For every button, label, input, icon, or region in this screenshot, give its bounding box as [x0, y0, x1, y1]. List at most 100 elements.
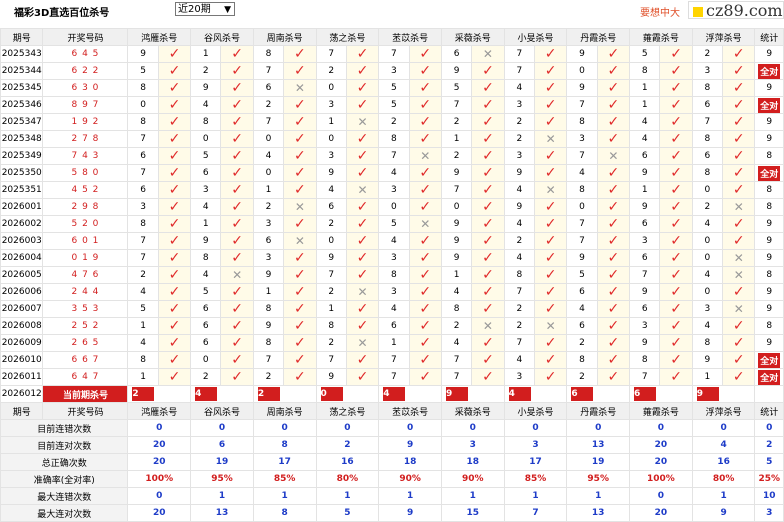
table-row: 2025346 8 9 7 0 ✓ 4 ✓ 2 ✓ 3 ✓ 5 ✓ 7 ✓ 3 ✓ 7 ✓ 1 ✓ 6 ✓ 全对: [0, 96, 784, 114]
row-stat: 9: [754, 79, 784, 97]
row-period: 2026001: [0, 198, 44, 216]
check-icon: ✓: [670, 317, 682, 334]
check-icon: ✓: [231, 215, 243, 232]
kill-mark: ✓: [283, 266, 317, 284]
kill-digit: 7: [378, 351, 410, 369]
check-icon: ✓: [482, 164, 494, 181]
row-period: 2026009: [0, 334, 44, 352]
kill-mark: ✕: [220, 266, 254, 284]
kill-mark: ✕: [722, 249, 756, 267]
kill-digit: 3: [378, 283, 410, 301]
kill-digit: 9: [315, 368, 347, 386]
check-icon: ✓: [670, 351, 682, 368]
kill-mark: ✓: [533, 232, 568, 250]
table-row: 2025344 6 2 2 5 ✓ 2 ✓ 7 ✓ 2 ✓ 3 ✓ 9 ✓ 7 ✓ 0 ✓ 8 ✓ 3 ✓ 全对: [0, 62, 784, 80]
kill-digit: 5: [190, 283, 222, 301]
kill-mark: ✓: [659, 45, 693, 63]
kill-mark: ✓: [345, 215, 380, 233]
row-draw-number: 2 9 8: [42, 198, 129, 216]
kill-mark: ✓: [283, 96, 317, 114]
kill-digit: 4: [503, 181, 535, 199]
check-icon: ✓: [231, 96, 243, 113]
kill-digit: 9: [190, 79, 222, 97]
check-icon: ✓: [168, 79, 181, 96]
check-icon: ✓: [732, 283, 745, 300]
kill-mark: ✓: [220, 164, 254, 182]
summary-label: 最大连错次数: [0, 487, 129, 505]
kill-mark: ✕: [533, 317, 568, 335]
check-icon: ✓: [544, 45, 557, 62]
kill-mark: ✓: [157, 62, 192, 80]
check-icon: ✓: [293, 96, 306, 113]
row-draw-number: 2 5 2: [42, 317, 129, 335]
kill-digit: 9: [252, 317, 285, 335]
check-icon: ✓: [231, 198, 243, 215]
summary-value: 0: [691, 419, 756, 437]
kill-mark: ✓: [533, 334, 568, 352]
cross-icon: ✕: [357, 335, 368, 350]
kill-digit: 9: [629, 334, 661, 352]
kill-digit: 3: [252, 215, 285, 233]
check-icon: ✓: [544, 96, 557, 113]
kill-digit: 8: [691, 79, 724, 97]
kill-digit: 1: [440, 266, 473, 284]
summary-value: 3: [440, 436, 505, 454]
check-icon: ✓: [293, 266, 306, 283]
summary-value: 7: [503, 504, 568, 522]
kill-digit: 2: [190, 62, 222, 80]
check-icon: ✓: [482, 232, 494, 249]
kill-digit: 7: [440, 96, 473, 114]
kill-digit: 8: [190, 113, 222, 131]
kill-mark: ✓: [283, 181, 317, 199]
kill-digit: 2: [315, 334, 347, 352]
row-draw-number: 3 5 3: [42, 300, 129, 318]
summary-value: 9: [378, 504, 442, 522]
kill-mark: ✓: [722, 232, 756, 250]
cross-icon: ✕: [545, 318, 556, 333]
check-icon: ✓: [670, 79, 682, 96]
header-row: 期号 开奖号码 鸿雁杀号 谷风杀号 周南杀号 荡之杀号 苤苡杀号 采薇杀号 小旻杀号 丹霞杀号 蕹霞…: [0, 402, 784, 420]
cross-icon: ✕: [357, 114, 368, 129]
promo-link[interactable]: 要想中大: [640, 4, 680, 19]
kill-mark: ✓: [471, 198, 505, 216]
kill-mark: ✓: [722, 351, 756, 369]
check-icon: ✓: [670, 215, 682, 232]
kill-digit: 2: [691, 198, 724, 216]
kill-mark: ✓: [283, 62, 317, 80]
kill-digit: 7: [629, 266, 661, 284]
period-select[interactable]: 近20期 ▼: [175, 2, 235, 16]
kill-mark: ✓: [659, 79, 693, 97]
kill-digit: 4: [190, 96, 222, 114]
kill-mark: ✓: [408, 368, 442, 386]
row-stat: 9: [754, 45, 784, 63]
kill-digit: 6: [691, 96, 724, 114]
kill-digit: 1: [127, 317, 159, 335]
summary-value: 16: [315, 453, 380, 471]
kill-mark: ✓: [220, 249, 254, 267]
kill-digit: 2: [378, 113, 410, 131]
kill-digit: 3: [315, 96, 347, 114]
kill-mark: ✓: [471, 181, 505, 199]
row-stat: 8: [754, 181, 784, 199]
kill-mark: ✓: [722, 164, 756, 182]
header-killer: 周南杀号: [252, 28, 317, 46]
kill-mark: ✓: [533, 351, 568, 369]
check-icon: ✓: [168, 215, 181, 232]
stat-value: 9: [766, 83, 773, 93]
summary-value: 20: [629, 504, 693, 522]
summary-value: 13: [190, 504, 254, 522]
cross-icon: ✕: [420, 148, 431, 163]
check-icon: ✓: [607, 130, 620, 147]
summary-value: 4: [691, 436, 756, 454]
kill-mark: ✓: [157, 283, 192, 301]
check-icon: ✓: [356, 198, 369, 215]
summary-label: 目前连错次数: [0, 419, 129, 437]
kill-digit: 7: [252, 62, 285, 80]
kill-digit: 0: [127, 96, 159, 114]
kill-mark: ✓: [659, 266, 693, 284]
check-icon: ✓: [607, 351, 620, 368]
check-icon: ✓: [732, 62, 745, 79]
kill-digit: 3: [252, 249, 285, 267]
row-draw-number: 6 4 5: [42, 45, 129, 63]
check-icon: ✓: [356, 62, 369, 79]
